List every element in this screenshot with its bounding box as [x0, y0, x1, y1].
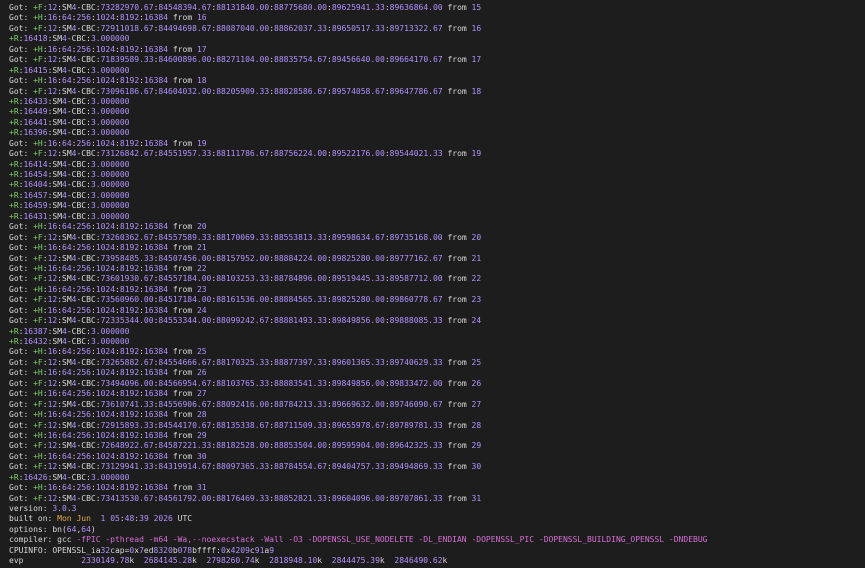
terminal-line: +R:16457:SM4-CBC:3.000000	[9, 190, 130, 200]
terminal-line: Got: +H:16:64:256:1024:8192:16384 from 2…	[9, 222, 207, 232]
terminal-line: +R:16396:SM4-CBC:3.000000	[9, 128, 130, 138]
terminal-line: Got: +H:16:64:256:1024:8192:16384 from 2…	[9, 263, 207, 273]
terminal-line: Got: +F:12:SM4-CBC:72911018.67:84494698.…	[9, 23, 482, 33]
terminal-line: +R:16387:SM4-CBC:3.000000	[9, 326, 130, 336]
terminal-line: +R:16433:SM4-CBC:3.000000	[9, 96, 130, 106]
terminal-line: Got: +F:12:SM4-CBC:73096186.67:84604032.…	[9, 86, 482, 96]
terminal-line: Got: +H:16:64:256:1024:8192:16384 from 1…	[9, 44, 207, 54]
terminal-line: Got: +H:16:64:256:1024:8192:16384 from 2…	[9, 284, 207, 294]
terminal-line: built on: Mon Jun 1 05:48:39 2026 UTC	[9, 514, 193, 524]
terminal-line: +R:16454:SM4-CBC:3.000000	[9, 170, 130, 179]
terminal-line: Got: +H:16:64:256:1024:8192:16384 from 3…	[9, 483, 207, 493]
terminal-line: Got: +F:12:SM4-CBC:71839589.33:84600896.…	[9, 55, 482, 65]
terminal-line: Got: +F:12:SM4-CBC:72648922.67:84587221.…	[9, 441, 482, 451]
terminal-line: +R:16415:SM4-CBC:3.000000	[9, 65, 130, 75]
terminal-line: Got: +F:12:SM4-CBC:73610741.33:84556906.…	[9, 399, 482, 409]
terminal-line: Got: +H:16:64:256:1024:8192:16384 from 2…	[9, 243, 207, 253]
terminal-line: Got: +F:12:SM4-CBC:73265882.67:84554666.…	[9, 357, 482, 367]
terminal-line: Got: +H:16:64:256:1024:8192:16384 from 2…	[9, 305, 207, 315]
terminal-line: Got: +H:16:64:256:1024:8192:16384 from 1…	[9, 138, 207, 148]
terminal-line: compiler: gcc -fPIC -pthread -m64 -Wa,--…	[9, 535, 708, 545]
terminal-line: Got: +F:12:SM4-CBC:73129941.33:84319914.…	[9, 462, 482, 472]
terminal-line: +R:16432:SM4-CBC:3.000000	[9, 337, 130, 346]
terminal-line: +R:16441:SM4-CBC:3.000000	[9, 117, 130, 127]
terminal-line: Got: +F:12:SM4-CBC:73958485.33:84507456.…	[9, 253, 482, 263]
terminal-line: evp 2330149.78k 2684145.28k 2798260.74k …	[9, 556, 448, 566]
terminal-line: Got: +F:12:SM4-CBC:73260362.67:84557589.…	[9, 232, 482, 242]
terminal-line: Got: +H:16:64:256:1024:8192:16384 from 2…	[9, 389, 207, 399]
terminal-line: +R:16459:SM4-CBC:3.000000	[9, 201, 130, 211]
terminal-line: Got: +H:16:64:256:1024:8192:16384 from 2…	[9, 347, 207, 357]
terminal-line: +R:16426:SM4-CBC:3.000000	[9, 472, 130, 482]
terminal-line: +R:16449:SM4-CBC:3.000000	[9, 107, 130, 117]
terminal-line: Got: +H:16:64:256:1024:8192:16384 from 3…	[9, 451, 207, 461]
terminal-line: Got: +F:12:SM4-CBC:73601930.67:84557184.…	[9, 274, 482, 284]
terminal-line: Got: +F:12:SM4-CBC:72335344.00:84553344.…	[9, 316, 482, 326]
terminal-line: Got: +F:12:SM4-CBC:72915893.33:84544170.…	[9, 420, 482, 430]
terminal-line: version: 3.0.3	[9, 504, 77, 513]
terminal-line: +R:16414:SM4-CBC:3.000000	[9, 159, 130, 169]
terminal-line: Got: +H:16:64:256:1024:8192:16384 from 2…	[9, 410, 207, 420]
terminal-line: Got: +F:12:SM4-CBC:73494096.00:84566954.…	[9, 378, 482, 388]
terminal-line: Got: +F:12:SM4-CBC:73560960.00:84517184.…	[9, 295, 482, 305]
terminal-line: options: bn(64,64)	[9, 524, 96, 534]
terminal-line: Got: +F:12:SM4-CBC:73126842.67:84551957.…	[9, 149, 482, 159]
terminal-line: Got: +F:12:SM4-CBC:73413530.67:84561792.…	[9, 493, 482, 503]
terminal-window[interactable]: Got: +F:12:SM4-CBC:73282970.67:84548394.…	[0, 0, 865, 568]
terminal-line: Got: +H:16:64:256:1024:8192:16384 from 1…	[9, 13, 207, 23]
terminal-line: +R:16404:SM4-CBC:3.000000	[9, 180, 130, 190]
terminal-line: Got: +H:16:64:256:1024:8192:16384 from 1…	[9, 76, 207, 86]
terminal-line: Got: +H:16:64:256:1024:8192:16384 from 2…	[9, 430, 207, 440]
terminal-line: CPUINFO: OPENSSL_ia32cap=0x7ed8320b078bf…	[9, 545, 275, 555]
terminal-line: Got: +H:16:64:256:1024:8192:16384 from 2…	[9, 368, 207, 378]
terminal-line: Got: +F:12:SM4-CBC:73282970.67:84548394.…	[9, 3, 482, 12]
terminal-line: +R:16418:SM4-CBC:3.000000	[9, 34, 130, 44]
terminal-output: Got: +F:12:SM4-CBC:73282970.67:84548394.…	[9, 3, 865, 567]
terminal-line: +R:16431:SM4-CBC:3.000000	[9, 211, 130, 221]
